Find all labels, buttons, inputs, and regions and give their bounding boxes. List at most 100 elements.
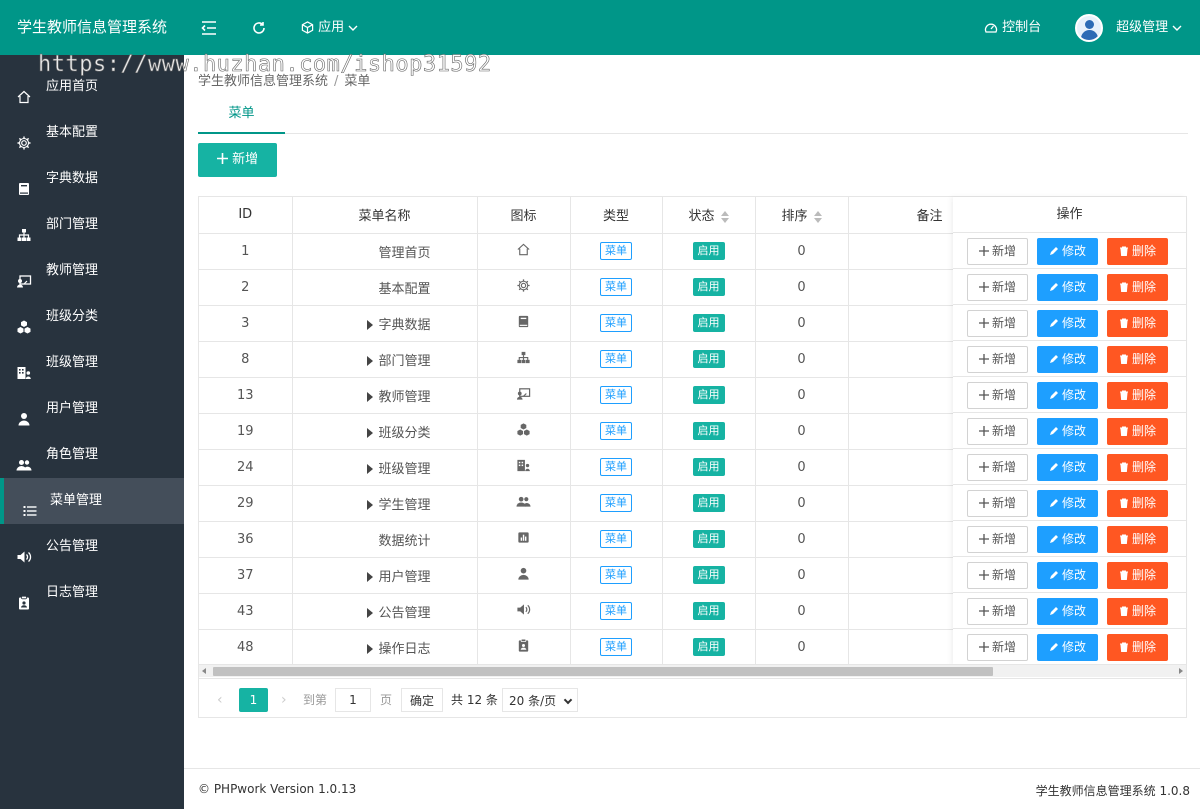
goto-page-input[interactable] <box>335 688 371 712</box>
sidebar-item-11[interactable]: 公告管理 <box>0 524 184 570</box>
row-delete-button[interactable]: 删除 <box>1107 490 1168 517</box>
col-id: ID <box>199 197 293 234</box>
expand-caret-icon[interactable] <box>366 427 373 438</box>
scroll-right-icon[interactable] <box>1179 668 1183 674</box>
row-edit-button[interactable]: 修改 <box>1037 490 1098 517</box>
plus-icon <box>216 153 228 164</box>
operations-column: 操作 新增 修改 删除 新增 修改 删除 新增 修改 删除 新增 修改 删除 新增 修改 删除 新增 修改 删除新… <box>953 197 1186 665</box>
row-add-button[interactable]: 新增 <box>967 454 1028 481</box>
row-add-button[interactable]: 新增 <box>967 490 1028 517</box>
expand-caret-icon[interactable] <box>366 355 373 366</box>
sidebar-item-4[interactable]: 部门管理 <box>0 202 184 248</box>
expand-caret-icon[interactable] <box>366 643 373 654</box>
expand-caret-icon[interactable] <box>366 319 373 330</box>
sidebar-item-3[interactable]: 字典数据 <box>0 156 184 202</box>
row-add-button[interactable]: 新增 <box>967 634 1028 661</box>
row-delete-button[interactable]: 删除 <box>1107 346 1168 373</box>
menu-fold-icon <box>201 20 216 35</box>
add-menu-button[interactable]: 新增 <box>198 143 277 177</box>
row-delete-button[interactable]: 删除 <box>1107 382 1168 409</box>
sort-icon[interactable] <box>813 210 822 223</box>
users-icon <box>516 496 531 513</box>
row-add-button[interactable]: 新增 <box>967 274 1028 301</box>
goto-confirm-button[interactable]: 确定 <box>401 688 443 712</box>
expand-caret-icon[interactable] <box>366 391 373 402</box>
row-delete-button[interactable]: 删除 <box>1107 598 1168 625</box>
breadcrumb-root[interactable]: 学生教师信息管理系统 <box>198 74 328 89</box>
type-badge: 菜单 <box>600 494 632 512</box>
cell-status: 启用 <box>662 485 756 522</box>
sidebar-item-8[interactable]: 用户管理 <box>0 386 184 432</box>
row-edit-button[interactable]: 修改 <box>1037 382 1098 409</box>
cell-type: 菜单 <box>570 449 663 486</box>
page-size-select[interactable]: 20 条/页 <box>502 688 578 712</box>
row-delete-button[interactable]: 删除 <box>1107 418 1168 445</box>
row-add-button[interactable]: 新增 <box>967 598 1028 625</box>
sidebar-item-10[interactable]: 菜单管理 <box>0 478 184 524</box>
row-edit-button[interactable]: 修改 <box>1037 562 1098 589</box>
row-add-button[interactable]: 新增 <box>967 526 1028 553</box>
expand-caret-icon[interactable] <box>366 463 373 474</box>
console-link[interactable]: 控制台 <box>984 0 1041 55</box>
row-add-button[interactable]: 新增 <box>967 562 1028 589</box>
current-page[interactable]: 1 <box>239 688 268 712</box>
row-add-button[interactable]: 新增 <box>967 310 1028 337</box>
cell-id: 19 <box>199 413 293 450</box>
row-edit-button[interactable]: 修改 <box>1037 310 1098 337</box>
scroll-left-icon[interactable] <box>202 668 206 674</box>
row-edit-button[interactable]: 修改 <box>1037 598 1098 625</box>
row-edit-button[interactable]: 修改 <box>1037 418 1098 445</box>
next-page-icon[interactable]: › <box>281 688 287 712</box>
cell-name: 管理首页 <box>292 233 478 270</box>
user-menu[interactable]: 超级管理 <box>1075 0 1182 55</box>
add-menu-label: 新增 <box>232 152 259 167</box>
row-edit-button[interactable]: 修改 <box>1037 274 1098 301</box>
cell-id: 36 <box>199 521 293 558</box>
expand-caret-icon[interactable] <box>366 499 373 510</box>
scroll-thumb[interactable] <box>213 667 993 676</box>
row-delete-button[interactable]: 删除 <box>1107 562 1168 589</box>
row-edit-button[interactable]: 修改 <box>1037 346 1098 373</box>
app-menu-dropdown[interactable]: 应用 <box>301 0 358 55</box>
pencil-icon <box>1049 427 1058 435</box>
row-edit-button[interactable]: 修改 <box>1037 238 1098 265</box>
col-ops: 操作 <box>953 197 1186 233</box>
row-add-button[interactable]: 新增 <box>967 418 1028 445</box>
sidebar-item-1[interactable]: 应用首页 <box>0 64 184 110</box>
prev-page-icon[interactable]: ‹ <box>217 688 223 712</box>
col-name: 菜单名称 <box>292 197 478 234</box>
cell-name: 基本配置 <box>292 269 478 306</box>
plus-icon <box>978 354 989 364</box>
col-status[interactable]: 状态 <box>662 197 756 234</box>
col-sort[interactable]: 排序 <box>755 197 849 234</box>
sidebar-item-12[interactable]: 日志管理 <box>0 570 184 616</box>
cell-status: 启用 <box>662 341 756 378</box>
row-add-button[interactable]: 新增 <box>967 346 1028 373</box>
row-delete-button[interactable]: 删除 <box>1107 526 1168 553</box>
row-edit-button[interactable]: 修改 <box>1037 634 1098 661</box>
row-edit-button[interactable]: 修改 <box>1037 454 1098 481</box>
console-label: 控制台 <box>1002 20 1042 35</box>
sidebar-toggle-button[interactable] <box>201 0 217 55</box>
tab-menu[interactable]: 菜单 <box>198 96 285 134</box>
sort-icon[interactable] <box>720 210 729 223</box>
row-delete-button[interactable]: 删除 <box>1107 238 1168 265</box>
row-delete-button[interactable]: 删除 <box>1107 634 1168 661</box>
expand-caret-icon[interactable] <box>366 571 373 582</box>
sidebar-item-7[interactable]: 班级管理 <box>0 340 184 386</box>
row-delete-button[interactable]: 删除 <box>1107 454 1168 481</box>
sidebar-item-5[interactable]: 教师管理 <box>0 248 184 294</box>
expand-caret-icon[interactable] <box>366 607 373 618</box>
row-delete-button[interactable]: 删除 <box>1107 274 1168 301</box>
row-add-button[interactable]: 新增 <box>967 382 1028 409</box>
horizontal-scrollbar[interactable] <box>199 664 1186 677</box>
row-delete-button[interactable]: 删除 <box>1107 310 1168 337</box>
sidebar-item-6[interactable]: 班级分类 <box>0 294 184 340</box>
sidebar-item-2[interactable]: 基本配置 <box>0 110 184 156</box>
sidebar-item-9[interactable]: 角色管理 <box>0 432 184 478</box>
cell-type: 菜单 <box>570 233 663 270</box>
row-add-button[interactable]: 新增 <box>967 238 1028 265</box>
row-edit-button[interactable]: 修改 <box>1037 526 1098 553</box>
page-label: 页 <box>380 693 393 707</box>
refresh-button[interactable] <box>252 0 266 55</box>
